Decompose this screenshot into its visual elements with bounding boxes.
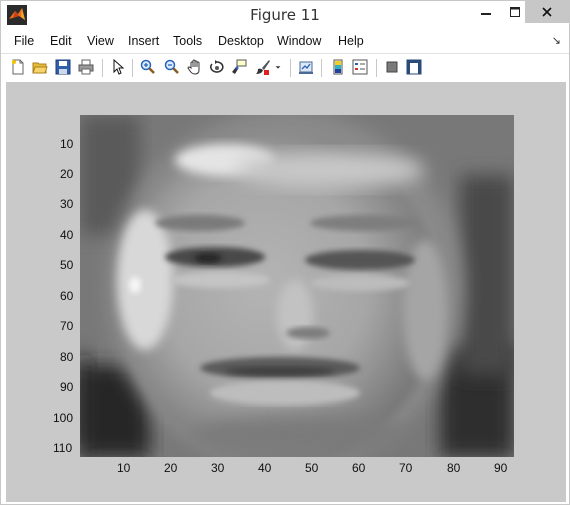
zoom-out-icon [164,59,179,74]
menu-edit[interactable]: Edit [50,34,72,48]
insert-legend-button[interactable] [351,58,369,76]
zoom-in-icon [140,59,155,74]
y-tick-label: 10 [60,137,74,151]
x-tick-label: 60 [352,461,366,475]
link-plot-icon [299,61,313,74]
y-tick-label: 40 [60,228,74,242]
pan-button[interactable] [186,58,204,76]
face-image [80,115,514,457]
maximize-icon [510,7,520,17]
minimize-button[interactable] [472,1,500,23]
x-tick-label: 30 [211,461,225,475]
menu-window[interactable]: Window [277,34,321,48]
x-tick-label: 10 [117,461,131,475]
print-icon [78,59,94,75]
show-plot-tools-button[interactable] [405,58,423,76]
rotate-3d-button[interactable] [208,58,226,76]
minimize-icon [481,13,491,15]
insert-colorbar-icon [333,59,343,75]
toolbar-separator [132,59,133,77]
hide-plot-tools-button[interactable] [383,58,401,76]
y-tick-label: 90 [60,380,74,394]
insert-legend-icon [352,59,368,75]
y-tick-label: 30 [60,197,74,211]
edit-plot-button[interactable] [109,58,127,76]
show-plot-tools-icon [406,59,422,75]
menu-dock-arrow-icon[interactable]: ↘ [552,34,561,47]
new-figure-button[interactable] [9,58,27,76]
rotate-3d-icon [210,60,224,73]
y-tick-label: 110 [53,441,73,455]
print-button[interactable] [77,58,95,76]
toolbar-separator [102,59,103,77]
x-tick-label: 70 [399,461,413,475]
menu-view[interactable]: View [87,34,114,48]
edit-plot-arrow-icon [113,59,125,75]
open-file-icon [32,62,48,74]
close-icon [542,7,552,17]
y-tick-label: 80 [60,350,74,364]
brush-button[interactable] [254,58,272,76]
y-tick-label: 100 [53,411,74,425]
x-tick-label: 90 [494,461,508,475]
data-cursor-icon [232,59,247,74]
menu-help[interactable]: Help [338,34,364,48]
link-plot-button[interactable] [297,58,315,76]
insert-colorbar-button[interactable] [329,58,347,76]
brush-icon [256,60,270,75]
zoom-in-button[interactable] [139,58,157,76]
menu-bar: File Edit View Insert Tools Desktop Wind… [1,31,569,51]
menu-tools[interactable]: Tools [173,34,202,48]
figure-toolbar [1,53,569,82]
menu-insert[interactable]: Insert [128,34,159,48]
brush-dropdown-button[interactable] [273,58,283,76]
x-tick-label: 80 [447,461,461,475]
brush-dropdown-icon [275,66,281,69]
hide-plot-tools-icon [386,61,398,73]
menu-file[interactable]: File [14,34,34,48]
x-tick-label: 40 [258,461,272,475]
save-icon [55,59,71,75]
close-button[interactable] [525,1,569,23]
menu-desktop[interactable]: Desktop [218,34,264,48]
open-file-button[interactable] [31,58,49,76]
toolbar-separator [321,59,322,77]
save-button[interactable] [54,58,72,76]
y-tick-label: 70 [60,319,74,333]
new-figure-icon [12,59,24,75]
toolbar-separator [290,59,291,77]
y-tick-label: 60 [60,289,74,303]
toolbar-separator [376,59,377,77]
pan-hand-icon [187,59,200,75]
title-bar: Figure 11 [1,1,569,30]
data-cursor-button[interactable] [230,58,248,76]
x-tick-label: 50 [305,461,319,475]
x-tick-label: 20 [164,461,178,475]
y-tick-label: 20 [60,167,74,181]
y-tick-label: 50 [60,258,74,272]
figure-window: Figure 11 File Edit View Insert Tools De… [0,0,570,505]
image-axes[interactable] [80,115,514,457]
zoom-out-button[interactable] [163,58,181,76]
